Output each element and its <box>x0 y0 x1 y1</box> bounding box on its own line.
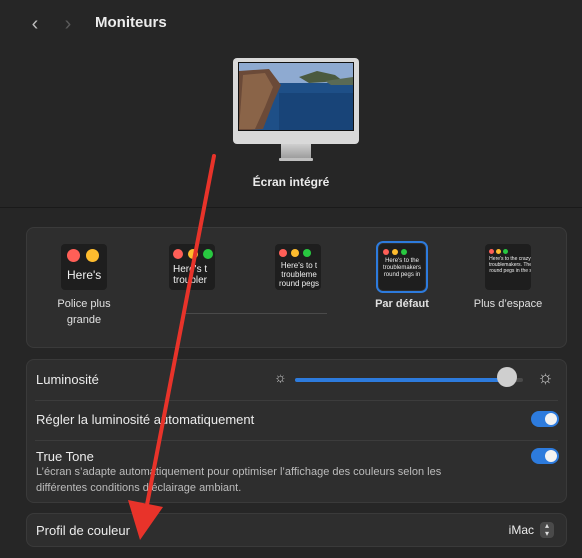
sun-large-icon: ☼ <box>537 367 554 387</box>
resolution-option-3[interactable]: Here's to t troubleme round pegs <box>253 244 343 296</box>
section-divider <box>0 207 582 208</box>
zoom-dot-icon <box>203 249 213 259</box>
resolution-thumbnail-selected: Here's to the troublemakers round pegs i… <box>376 241 428 293</box>
display-preview[interactable] <box>233 58 359 168</box>
color-profile-popup[interactable]: iMac ▴ ▾ <box>509 522 554 538</box>
resolution-label: Police plus grande <box>57 298 111 326</box>
settings-panel: Luminosité ☼ ☼ Régler la luminosité auto… <box>26 359 567 503</box>
imac-screen <box>233 58 359 144</box>
imac-base <box>279 158 313 161</box>
minimize-dot-icon <box>188 249 198 259</box>
resolution-option-default[interactable]: Here's to the troublemakers round pegs i… <box>357 241 447 312</box>
thumbnail-text: Here's <box>67 268 102 282</box>
resolution-thumbnail: Here's to the crazy one troublemakers. T… <box>485 244 531 290</box>
true-tone-description: L’écran s’adapte automatiquement pour op… <box>36 466 442 494</box>
color-profile-panel: Profil de couleur iMac ▴ ▾ <box>26 513 567 547</box>
color-profile-value: iMac <box>508 523 534 537</box>
thumbnail-text: Here's to the troublemakers round pegs i… <box>383 258 422 278</box>
resolution-label: Par défaut <box>375 298 429 310</box>
minimize-dot-icon <box>496 249 501 254</box>
brightness-label: Luminosité <box>36 372 99 387</box>
brightness-slider-fill <box>295 378 508 382</box>
brightness-slider[interactable] <box>295 378 523 382</box>
close-dot-icon <box>383 249 389 255</box>
color-profile-label: Profil de couleur <box>36 523 130 538</box>
resolution-option-larger-text[interactable]: Here's Police plus grande <box>39 244 129 328</box>
auto-brightness-toggle[interactable] <box>531 411 559 427</box>
zoom-dot-icon <box>303 249 311 257</box>
chevron-up-down-icon: ▴ ▾ <box>540 522 554 538</box>
minimize-dot-icon <box>86 249 99 262</box>
zoom-dot-icon <box>401 249 407 255</box>
resolution-option-more-space[interactable]: Here's to the crazy one troublemakers. T… <box>463 244 553 312</box>
resolution-option-2[interactable]: Here's t troubler <box>147 244 237 296</box>
chevron-left-icon[interactable]: ‹ <box>23 12 47 36</box>
wallpaper-image <box>238 62 354 131</box>
close-dot-icon <box>489 249 494 254</box>
thumbnail-text: Here's to the crazy one troublemakers. T… <box>489 256 531 274</box>
minimize-dot-icon <box>392 249 398 255</box>
page-title: Moniteurs <box>95 14 167 31</box>
resolution-thumbnail: Here's to t troubleme round pegs <box>275 244 321 290</box>
sun-small-icon: ☼ <box>274 369 287 385</box>
thumbnail-text: Here's to t troubleme round pegs <box>279 261 320 288</box>
row-divider <box>35 400 558 401</box>
toolbar: ‹ › Moniteurs <box>0 0 582 50</box>
toggle-knob <box>545 413 557 425</box>
resolution-scale-line <box>185 313 327 314</box>
display-name: Écran intégré <box>252 175 330 189</box>
row-divider <box>35 440 558 441</box>
resolution-thumbnail: Here's <box>61 244 107 290</box>
true-tone-label: True Tone <box>36 449 94 464</box>
resolution-panel: Here's Police plus grande Here's t troub… <box>26 227 567 348</box>
thumbnail-text: Here's t troubler <box>173 264 208 286</box>
resolution-label: Plus d’espace <box>473 298 543 310</box>
minimize-dot-icon <box>291 249 299 257</box>
chevron-right-icon[interactable]: › <box>56 12 80 36</box>
close-dot-icon <box>67 249 80 262</box>
true-tone-toggle[interactable] <box>531 448 559 464</box>
displays-settings-window: ‹ › Moniteurs Écran intégré Here's Polic… <box>0 0 582 558</box>
brightness-slider-knob[interactable] <box>497 367 518 387</box>
zoom-dot-icon <box>503 249 508 254</box>
auto-brightness-label: Régler la luminosité automatiquement <box>36 412 255 427</box>
close-dot-icon <box>173 249 183 259</box>
imac-stand <box>281 144 311 159</box>
resolution-thumbnail: Here's t troubler <box>169 244 215 290</box>
close-dot-icon <box>279 249 287 257</box>
toggle-knob <box>545 450 557 462</box>
